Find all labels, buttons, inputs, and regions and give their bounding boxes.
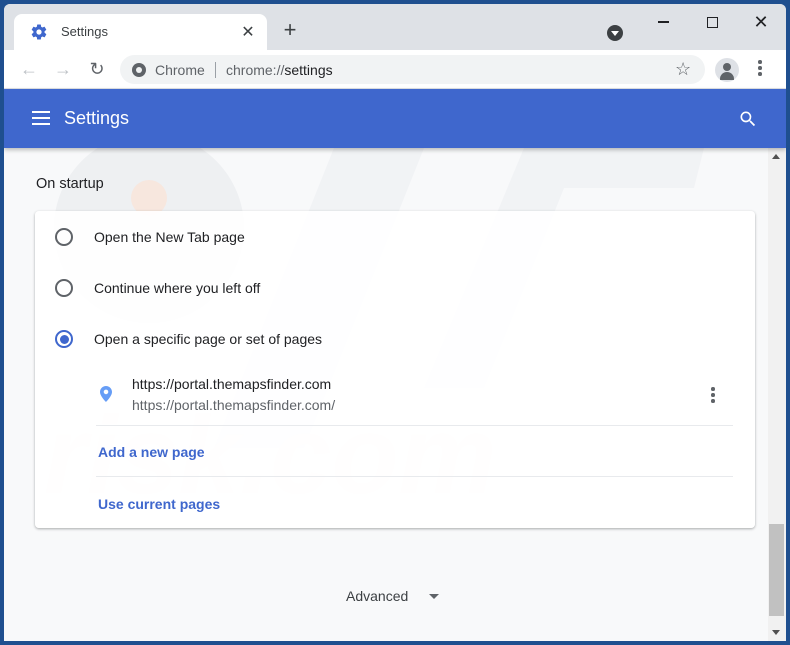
url-prefix: chrome:// [226,62,285,78]
radio-option-continue[interactable]: Continue where you left off [35,262,755,312]
scroll-up-arrow-icon[interactable] [772,154,780,159]
divider [96,476,733,477]
radio-button-checked[interactable] [55,330,73,348]
settings-content: risk.com On startup Open the New Tab pag… [4,148,768,641]
radio-label: Continue where you left off [94,280,261,296]
minimize-icon [657,21,669,23]
menu-icon[interactable] [32,111,50,125]
use-current-pages-link[interactable]: Use current pages [98,496,220,512]
omnibox-divider [215,62,216,78]
reload-button[interactable]: ↻ [87,59,107,79]
section-title: On startup [36,176,104,192]
chevron-down-icon[interactable] [429,594,439,599]
tab-search-icon[interactable] [607,25,623,41]
radio-label: Open the New Tab page [94,229,245,245]
close-tab-icon[interactable]: ✕ [237,21,259,43]
chrome-icon [132,63,146,77]
new-tab-button[interactable]: + [280,19,300,41]
search-icon[interactable] [738,109,758,129]
advanced-button[interactable]: Advanced [346,588,408,604]
location-pin-icon [100,386,112,402]
profile-avatar[interactable] [715,58,739,82]
url-text[interactable]: chrome://settings [226,62,333,78]
person-icon [723,63,731,71]
forward-button[interactable]: → [53,59,73,79]
window-close-button[interactable]: ✕ [746,10,776,34]
startup-card: Open the New Tab page Continue where you… [35,211,755,528]
scrollbar-thumb[interactable] [769,524,784,616]
scroll-down-arrow-icon[interactable] [772,630,780,635]
bookmark-star-icon[interactable]: ☆ [675,59,691,79]
title-bar: Settings ✕ + ✕ [4,4,786,50]
browser-menu-icon[interactable] [757,60,763,78]
browser-toolbar: ← → ↻ Chrome chrome://settings ☆ [4,50,786,88]
minimize-button[interactable] [648,10,678,34]
maximize-button[interactable] [697,10,727,34]
browser-window: Settings ✕ + ✕ ← → ↻ Chrome chrome://set… [4,4,786,641]
radio-option-specific-pages[interactable]: Open a specific page or set of pages [35,313,755,363]
tab-title: Settings [61,24,108,39]
more-actions-icon[interactable] [709,386,717,404]
tab-settings[interactable]: Settings ✕ [14,14,267,50]
startup-page-entry: https://portal.themapsfinder.com https:/… [35,363,755,421]
back-button[interactable]: ← [19,59,39,79]
divider [96,425,733,426]
scrollbar[interactable] [768,148,786,641]
address-bar[interactable]: Chrome chrome://settings [120,55,705,84]
settings-header: Settings [4,89,786,148]
add-new-page-link[interactable]: Add a new page [98,444,205,460]
radio-option-new-tab[interactable]: Open the New Tab page [35,211,755,261]
radio-button[interactable] [55,228,73,246]
page-title: Settings [64,108,130,128]
maximize-icon [706,16,718,28]
person-icon-body [720,72,734,80]
scheme-label: Chrome [155,62,205,78]
page-entry-url: https://portal.themapsfinder.com/ [132,397,336,413]
page-entry-title: https://portal.themapsfinder.com [132,376,332,392]
gear-icon [31,24,47,40]
radio-button[interactable] [55,279,73,297]
url-path: settings [284,62,333,78]
radio-label: Open a specific page or set of pages [94,331,323,347]
